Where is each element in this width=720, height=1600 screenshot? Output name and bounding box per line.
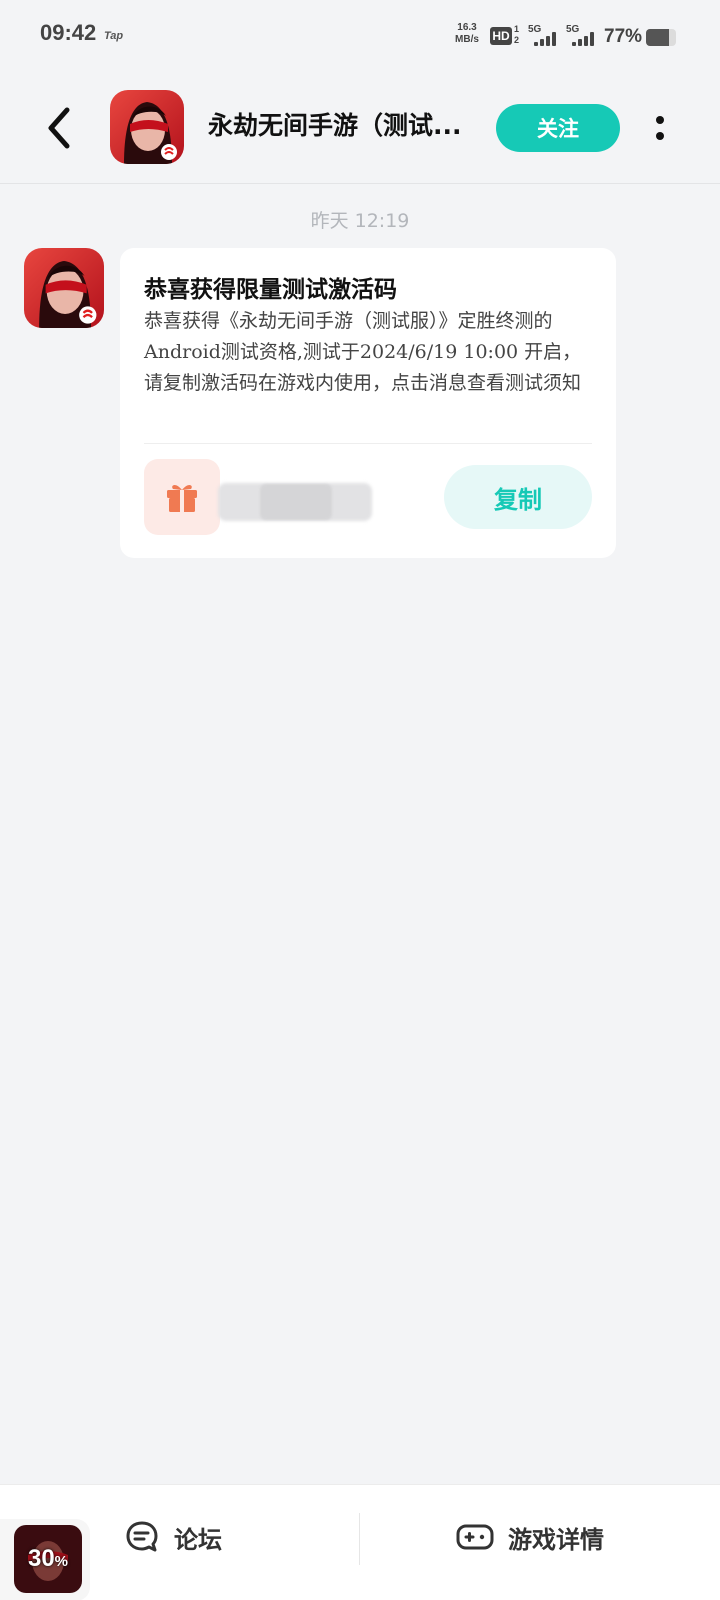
mini-game-progress-value: 30: [27, 1545, 55, 1572]
battery-icon: [646, 29, 676, 46]
mini-game-widget[interactable]: 30%: [0, 1519, 90, 1600]
mini-game-progress-unit: %: [54, 1553, 69, 1570]
mini-game-progress: 30%: [14, 1545, 82, 1573]
tab-forum-label: 论坛: [174, 1525, 222, 1554]
bottom-bar: 30% 论坛 游戏详情: [0, 1484, 720, 1600]
back-button[interactable]: [36, 102, 80, 154]
status-app-tag: Tap: [104, 30, 124, 42]
battery-fill: [646, 29, 670, 46]
network-speed-unit: MB/s: [455, 34, 479, 45]
copy-code-button[interactable]: 复制: [444, 465, 592, 529]
message-body: 恭喜获得《永劫无间手游（测试服）》定胜终测的Android测试资格,测试于202…: [144, 310, 582, 394]
sender-avatar[interactable]: [24, 248, 104, 328]
battery-percent: 77%: [604, 26, 643, 47]
gamepad-icon: [456, 1524, 494, 1550]
game-avatar[interactable]: [110, 90, 184, 164]
message-timestamp: 昨天 12:19: [310, 210, 410, 232]
network-speed-value: 16.3: [457, 22, 477, 33]
activation-code-redacted-inner: [260, 484, 332, 520]
message-title: 恭喜获得限量测试激活码: [144, 277, 397, 303]
hd-sim-bottom: 2: [514, 35, 520, 45]
tab-game-details-label: 游戏详情: [508, 1525, 604, 1554]
hd-icon: HD: [490, 27, 512, 45]
message-divider: [144, 443, 592, 444]
forum-chat-icon: [126, 1521, 158, 1552]
gift-icon: [144, 459, 220, 535]
tab-game-details[interactable]: 游戏详情: [456, 1509, 636, 1565]
follow-button[interactable]: 关注: [496, 104, 620, 152]
mini-game-thumbnail: 30%: [14, 1525, 82, 1593]
chevron-left-icon: [48, 107, 70, 149]
tab-divider: [359, 1513, 360, 1565]
gift-glyph: [167, 484, 197, 512]
more-button[interactable]: [644, 110, 674, 146]
status-bar: 09:42 Tap 16.3 MB/s HD 1 2 5G 5G 77%: [0, 0, 720, 74]
network-speed: 16.3 MB/s: [450, 22, 484, 46]
status-time: 09:42: [40, 20, 97, 45]
chat-title: 永劫无间手游（测试...: [208, 111, 462, 140]
game-character-icon: [110, 90, 184, 164]
game-character-icon: [24, 248, 104, 328]
tab-forum[interactable]: 论坛: [124, 1509, 244, 1565]
message-card[interactable]: 恭喜获得限量测试激活码 恭喜获得《永劫无间手游（测试服）》定胜终测的Androi…: [120, 248, 616, 558]
hd-sim-top: 1: [514, 24, 520, 34]
hd-sim-indicator: 1 2: [514, 24, 519, 46]
chat-header: 永劫无间手游（测试... 关注: [0, 74, 720, 184]
